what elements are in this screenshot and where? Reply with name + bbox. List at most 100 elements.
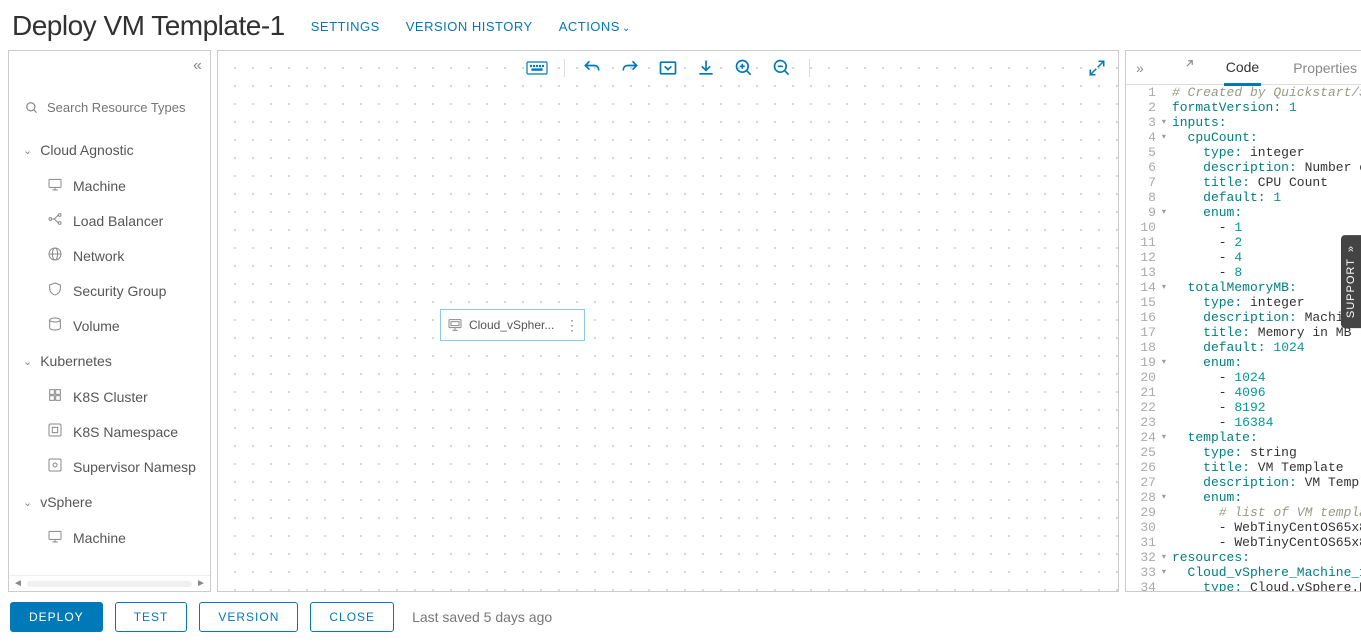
code-line[interactable]: 12 - 4 bbox=[1126, 250, 1361, 265]
code-line[interactable]: 28 enum: bbox=[1126, 490, 1361, 505]
panel-expand-icon[interactable] bbox=[1180, 59, 1194, 76]
code-line[interactable]: 30 - WebTinyCentOS65x86 bbox=[1126, 520, 1361, 535]
code-line[interactable]: 9 enum: bbox=[1126, 205, 1361, 220]
chevron-down-icon: ⌄ bbox=[23, 355, 32, 368]
fit-icon[interactable] bbox=[657, 57, 679, 79]
version-history-link[interactable]: VERSION HISTORY bbox=[406, 19, 533, 34]
resource-icon bbox=[47, 422, 63, 441]
actions-menu[interactable]: ACTIONS⌄ bbox=[559, 19, 631, 34]
line-number: 21 bbox=[1126, 385, 1164, 400]
code-line[interactable]: 23 - 16384 bbox=[1126, 415, 1361, 430]
search-input[interactable] bbox=[45, 99, 194, 116]
code-line[interactable]: 8 default: 1 bbox=[1126, 190, 1361, 205]
line-number: 6 bbox=[1126, 160, 1164, 175]
keyboard-icon[interactable] bbox=[526, 57, 548, 79]
sidebar-horizontal-scrollbar[interactable]: ◄ ► bbox=[9, 575, 210, 591]
sidebar-collapse-icon[interactable]: « bbox=[193, 57, 202, 75]
scroll-left-icon[interactable]: ◄ bbox=[9, 578, 27, 589]
code-line[interactable]: 31 - WebTinyCentOS65x86-NSXT bbox=[1126, 535, 1361, 550]
close-button[interactable]: CLOSE bbox=[310, 602, 394, 632]
line-number: 10 bbox=[1126, 220, 1164, 235]
line-number: 19 bbox=[1126, 355, 1164, 370]
resource-types-sidebar: « ⌄Cloud AgnosticMachineLoad BalancerNet… bbox=[8, 50, 211, 592]
settings-link[interactable]: SETTINGS bbox=[311, 19, 380, 34]
code-line[interactable]: 1# Created by Quickstart/Setup Cloud wiz… bbox=[1126, 85, 1361, 100]
group-header-kubernetes[interactable]: ⌄Kubernetes bbox=[9, 343, 210, 379]
last-saved-status: Last saved 5 days ago bbox=[412, 609, 552, 625]
resource-item-network[interactable]: Network bbox=[9, 238, 210, 273]
code-line[interactable]: 7 title: CPU Count bbox=[1126, 175, 1361, 190]
resource-item-k8s-cluster[interactable]: K8S Cluster bbox=[9, 379, 210, 414]
undo-icon[interactable] bbox=[581, 57, 603, 79]
code-panel: » Code Properties Inputs 1# Created by Q… bbox=[1125, 50, 1361, 592]
deploy-button[interactable]: DEPLOY bbox=[10, 602, 103, 632]
code-line[interactable]: 25 type: string bbox=[1126, 445, 1361, 460]
code-line[interactable]: 26 title: VM Template bbox=[1126, 460, 1361, 475]
resource-item-supervisor-namesp[interactable]: Supervisor Namesp bbox=[9, 449, 210, 484]
test-button[interactable]: TEST bbox=[115, 602, 188, 632]
page-title: Deploy VM Template-1 bbox=[12, 10, 285, 42]
code-line[interactable]: 13 - 8 bbox=[1126, 265, 1361, 280]
code-line[interactable]: 22 - 8192 bbox=[1126, 400, 1361, 415]
download-icon[interactable] bbox=[695, 57, 717, 79]
code-line[interactable]: 19 enum: bbox=[1126, 355, 1361, 370]
code-line[interactable]: 3inputs: bbox=[1126, 115, 1361, 130]
code-content: title: CPU Count bbox=[1164, 175, 1328, 190]
resource-item-volume[interactable]: Volume bbox=[9, 308, 210, 343]
chevron-down-icon: ⌄ bbox=[23, 144, 32, 157]
support-tab[interactable]: SUPPORT » bbox=[1341, 235, 1361, 328]
resource-icon bbox=[47, 387, 63, 406]
line-number: 11 bbox=[1126, 235, 1164, 250]
line-number: 17 bbox=[1126, 325, 1164, 340]
code-line[interactable]: 34 type: Cloud.vSphere.Machine bbox=[1126, 580, 1361, 591]
tab-code[interactable]: Code bbox=[1224, 51, 1261, 86]
resource-item-machine[interactable]: Machine bbox=[9, 168, 210, 203]
canvas-node-vsphere-machine[interactable]: Cloud_vSpher... ⋮ bbox=[440, 309, 585, 341]
redo-icon[interactable] bbox=[619, 57, 641, 79]
node-menu-icon[interactable]: ⋮ bbox=[565, 317, 578, 334]
zoom-in-icon[interactable] bbox=[733, 57, 755, 79]
code-line[interactable]: 14 totalMemoryMB: bbox=[1126, 280, 1361, 295]
resource-icon bbox=[47, 528, 63, 547]
code-line[interactable]: 2formatVersion: 1 bbox=[1126, 100, 1361, 115]
code-line[interactable]: 21 - 4096 bbox=[1126, 385, 1361, 400]
resource-item-load-balancer[interactable]: Load Balancer bbox=[9, 203, 210, 238]
search-resource-types[interactable] bbox=[17, 93, 202, 122]
line-number: 22 bbox=[1126, 400, 1164, 415]
code-line[interactable]: 6 description: Number of virtual process… bbox=[1126, 160, 1361, 175]
resource-label: Supervisor Namesp bbox=[73, 459, 196, 475]
resource-item-machine[interactable]: Machine bbox=[9, 520, 210, 555]
group-header-vsphere[interactable]: ⌄vSphere bbox=[9, 484, 210, 520]
design-canvas[interactable]: Cloud_vSpher... ⋮ bbox=[218, 51, 1118, 591]
code-line[interactable]: 17 title: Memory in MB bbox=[1126, 325, 1361, 340]
line-number: 16 bbox=[1126, 310, 1164, 325]
code-content: - 4 bbox=[1164, 250, 1242, 265]
resource-item-security-group[interactable]: Security Group bbox=[9, 273, 210, 308]
code-line[interactable]: 29 # list of VM templates bbox=[1126, 505, 1361, 520]
yaml-editor[interactable]: 1# Created by Quickstart/Setup Cloud wiz… bbox=[1126, 85, 1361, 591]
code-line[interactable]: 24 template: bbox=[1126, 430, 1361, 445]
code-line[interactable]: 16 description: Machine virtual memory s… bbox=[1126, 310, 1361, 325]
panel-collapse-icon[interactable]: » bbox=[1136, 60, 1144, 76]
code-line[interactable]: 11 - 2 bbox=[1126, 235, 1361, 250]
machine-icon bbox=[447, 317, 463, 333]
code-line[interactable]: 32resources: bbox=[1126, 550, 1361, 565]
group-header-cloud-agnostic[interactable]: ⌄Cloud Agnostic bbox=[9, 132, 210, 168]
code-line[interactable]: 5 type: integer bbox=[1126, 145, 1361, 160]
version-button[interactable]: VERSION bbox=[199, 602, 298, 632]
code-line[interactable]: 10 - 1 bbox=[1126, 220, 1361, 235]
tab-properties[interactable]: Properties bbox=[1291, 52, 1359, 84]
chevron-down-icon: ⌄ bbox=[622, 23, 631, 34]
code-line[interactable]: 33 Cloud_vSphere_Machine_1: bbox=[1126, 565, 1361, 580]
code-line[interactable]: 27 description: VM Template bbox=[1126, 475, 1361, 490]
code-line[interactable]: 18 default: 1024 bbox=[1126, 340, 1361, 355]
resource-item-k8s-namespace[interactable]: K8S Namespace bbox=[9, 414, 210, 449]
code-content: type: integer bbox=[1164, 145, 1305, 160]
code-line[interactable]: 15 type: integer bbox=[1126, 295, 1361, 310]
resource-label: Network bbox=[73, 248, 124, 264]
code-line[interactable]: 4 cpuCount: bbox=[1126, 130, 1361, 145]
zoom-out-icon[interactable] bbox=[771, 57, 793, 79]
line-number: 34 bbox=[1126, 580, 1164, 591]
code-line[interactable]: 20 - 1024 bbox=[1126, 370, 1361, 385]
scroll-right-icon[interactable]: ► bbox=[192, 578, 210, 589]
